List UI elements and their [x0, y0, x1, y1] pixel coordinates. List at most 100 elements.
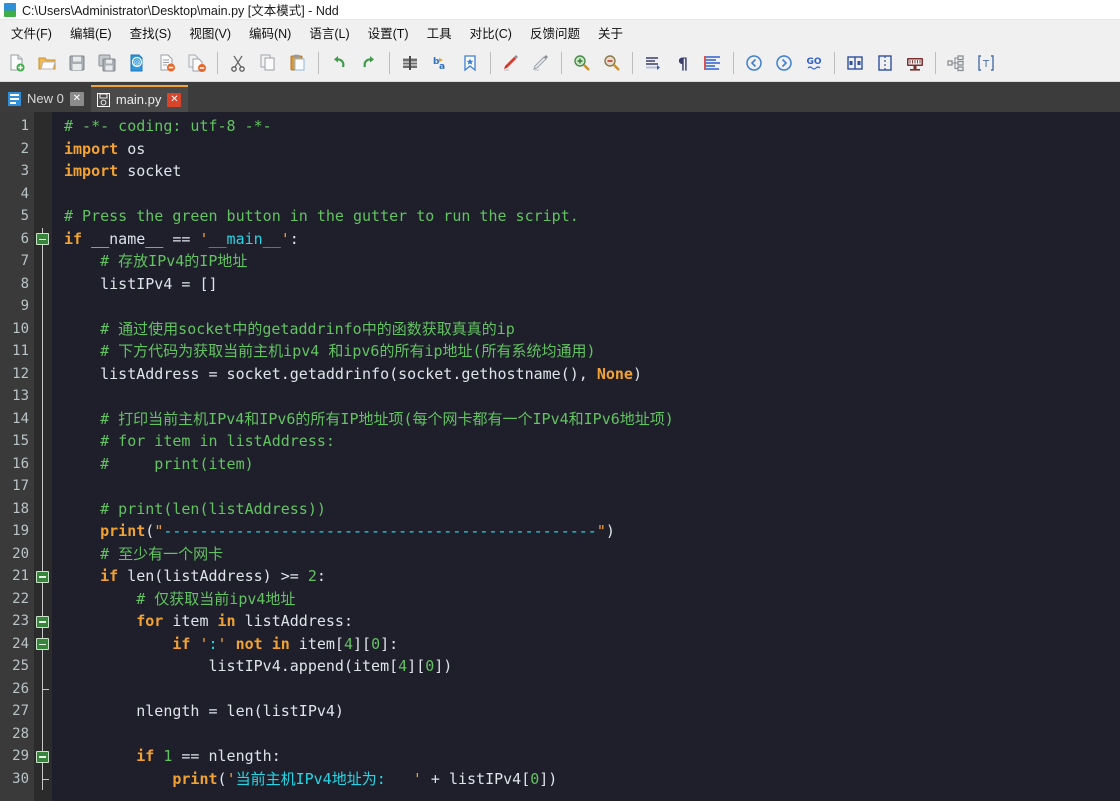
code-line[interactable]: listIPv4 = []: [64, 273, 1120, 296]
code-line[interactable]: [64, 475, 1120, 498]
code-folding-column[interactable]: [34, 112, 52, 801]
code-token-num: 0: [371, 634, 381, 653]
split-vertical-icon[interactable]: [870, 48, 900, 78]
text-mode-icon[interactable]: T: [971, 48, 1001, 78]
replace-icon[interactable]: ba: [425, 48, 455, 78]
code-token-plain: ][: [407, 657, 426, 675]
code-line[interactable]: nlength = len(listIPv4): [64, 700, 1120, 723]
code-line[interactable]: [64, 183, 1120, 206]
highlight-marker-icon[interactable]: [496, 48, 526, 78]
code-line[interactable]: # -*- coding: utf-8 -*-: [64, 115, 1120, 138]
keyboard-icon[interactable]: [900, 48, 930, 78]
menu-tools[interactable]: 工具: [418, 20, 461, 45]
menu-encoding[interactable]: 编码(N): [240, 20, 300, 45]
tab-close-icon[interactable]: ✕: [167, 92, 182, 107]
code-line[interactable]: for item in listAddress:: [64, 610, 1120, 633]
menu-file[interactable]: 文件(F): [2, 20, 61, 45]
code-line[interactable]: # 仅获取当前ipv4地址: [64, 588, 1120, 611]
menu-view[interactable]: 视图(V): [180, 20, 240, 45]
cut-icon[interactable]: [223, 48, 253, 78]
code-line[interactable]: # Press the green button in the gutter t…: [64, 205, 1120, 228]
new-file-icon[interactable]: [2, 48, 32, 78]
undo-icon[interactable]: [324, 48, 354, 78]
code-token-kw: import: [64, 139, 119, 158]
code-line[interactable]: # 至少有一个网卡: [64, 543, 1120, 566]
line-number: 25: [12, 658, 29, 674]
prev-icon[interactable]: [739, 48, 769, 78]
code-line[interactable]: listIPv4.append(item[4][0]): [64, 655, 1120, 678]
goto-icon[interactable]: GO: [799, 48, 829, 78]
code-line[interactable]: # 打印当前主机IPv4和IPv6的所有IP地址项(每个网卡都有一个IPv4和I…: [64, 408, 1120, 431]
menu-compare[interactable]: 对比(C): [461, 20, 521, 45]
menu-edit[interactable]: 编辑(E): [61, 20, 121, 45]
fold-guide-line: [42, 250, 43, 273]
code-line[interactable]: print("---------------------------------…: [64, 520, 1120, 543]
code-line[interactable]: [64, 295, 1120, 318]
close-all-icon[interactable]: [182, 48, 212, 78]
show-whitespace-icon[interactable]: [638, 48, 668, 78]
redo-icon[interactable]: [354, 48, 384, 78]
code-token-comment: # Press the green button in the gutter t…: [64, 207, 579, 225]
structure-view-icon[interactable]: [941, 48, 971, 78]
menu-search[interactable]: 查找(S): [121, 20, 181, 45]
code-line[interactable]: # print(len(listAddress)): [64, 498, 1120, 521]
line-number: 24: [12, 635, 29, 652]
code-line[interactable]: print('当前主机IPv4地址为: ' + listIPv4[0]): [64, 768, 1120, 791]
code-line[interactable]: # print(item): [64, 453, 1120, 476]
find-icon[interactable]: [395, 48, 425, 78]
line-number: 20: [12, 545, 29, 562]
code-line[interactable]: if 1 == nlength:: [64, 745, 1120, 768]
close-file-icon[interactable]: [152, 48, 182, 78]
code-line[interactable]: import socket: [64, 160, 1120, 183]
menu-feedback[interactable]: 反馈问题: [521, 20, 589, 45]
zoom-out-icon[interactable]: [597, 48, 627, 78]
fold-collapse-button[interactable]: [36, 750, 49, 763]
code-line[interactable]: # for item in listAddress:: [64, 430, 1120, 453]
zoom-in-icon[interactable]: [567, 48, 597, 78]
menu-language[interactable]: 语言(L): [300, 20, 358, 45]
next-icon[interactable]: [769, 48, 799, 78]
code-text-area[interactable]: # -*- coding: utf-8 -*- import os import s…: [52, 112, 1120, 801]
menu-about[interactable]: 关于: [589, 20, 632, 45]
bookmark-icon[interactable]: [455, 48, 485, 78]
tab-main-py[interactable]: main.py ✕: [90, 85, 189, 112]
code-token-comment: # 存放IPv4的IP地址: [64, 252, 248, 270]
code-line[interactable]: # 下方代码为获取当前主机ipv4 和ipv6的所有ip地址(所有系统均通用): [64, 340, 1120, 363]
tab-close-icon[interactable]: ✕: [69, 91, 84, 106]
fold-collapse-button[interactable]: [36, 570, 49, 583]
svg-text:GO: GO: [806, 57, 821, 67]
pilcrow-icon[interactable]: ¶: [668, 48, 698, 78]
code-line[interactable]: import os: [64, 138, 1120, 161]
code-line[interactable]: [64, 678, 1120, 701]
toolbar-separator: [935, 52, 936, 74]
save-as-icon[interactable]: @: [122, 48, 152, 78]
fold-collapse-button[interactable]: [36, 233, 49, 245]
code-token-kw: if: [136, 747, 155, 765]
code-line[interactable]: if __name__ == '__main__':: [64, 228, 1120, 251]
code-line[interactable]: if ':' not in item[4][0]:: [64, 633, 1120, 656]
code-line[interactable]: listAddress = socket.getaddrinfo(socket.…: [64, 363, 1120, 386]
code-line[interactable]: [64, 385, 1120, 408]
copy-icon[interactable]: [253, 48, 283, 78]
line-number: 11: [12, 343, 29, 359]
fold-collapse-button[interactable]: [36, 615, 49, 628]
open-folder-icon[interactable]: [32, 48, 62, 78]
code-line[interactable]: if len(listAddress) >= 2:: [64, 565, 1120, 588]
paste-icon[interactable]: [283, 48, 313, 78]
code-line[interactable]: # 存放IPv4的IP地址: [64, 250, 1120, 273]
fold-row: [34, 385, 52, 408]
svg-text:@: @: [134, 59, 141, 67]
code-line[interactable]: [64, 723, 1120, 746]
save-icon[interactable]: [62, 48, 92, 78]
clear-marker-icon[interactable]: [526, 48, 556, 78]
code-editor[interactable]: 1 2 3 4 5 6 7 8 9 10 11 12 13 14 15 16 17 18 19 20 21 22 23 24 2…: [0, 112, 1120, 801]
code-line[interactable]: # 通过使用socket中的getaddrinfo中的函数获取真真的ip: [64, 318, 1120, 341]
fold-collapse-button[interactable]: [36, 638, 49, 650]
menu-settings[interactable]: 设置(T): [359, 20, 418, 45]
save-all-icon[interactable]: [92, 48, 122, 78]
tab-new-0[interactable]: New 0 ✕: [2, 85, 91, 112]
split-horizontal-icon[interactable]: [840, 48, 870, 78]
word-wrap-icon[interactable]: [698, 48, 728, 78]
